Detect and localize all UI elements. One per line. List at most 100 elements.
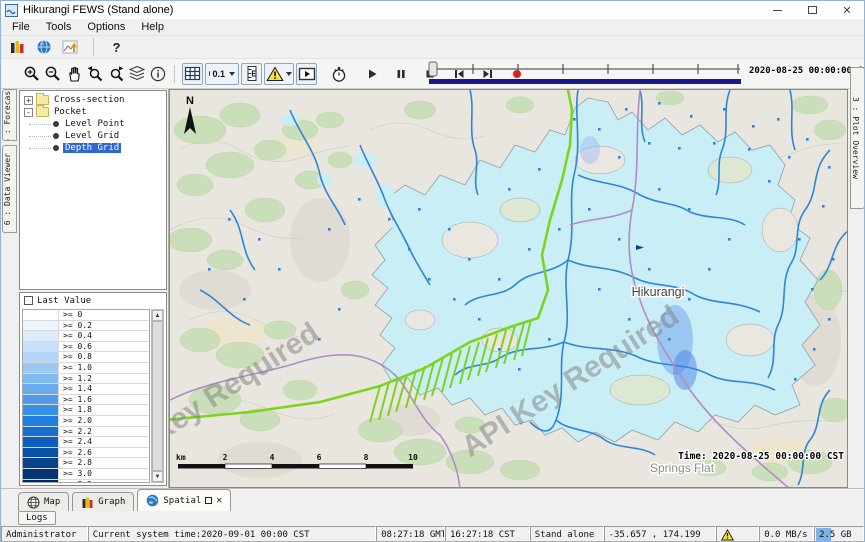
status-local-time: 16:27:18 CST bbox=[445, 526, 530, 542]
svg-text:6: 6 bbox=[317, 453, 322, 462]
legend-row[interactable]: >= 2.8 bbox=[23, 458, 149, 469]
movie-icon[interactable] bbox=[296, 63, 317, 85]
legend-label: >= 0.6 bbox=[59, 342, 149, 352]
play-icon[interactable] bbox=[361, 63, 382, 85]
globe-icon[interactable] bbox=[33, 36, 54, 58]
legend-row[interactable]: >= 0 bbox=[23, 310, 149, 321]
restore-pane-icon[interactable] bbox=[205, 497, 212, 504]
legend-swatch bbox=[23, 427, 59, 437]
tab-map[interactable]: Map bbox=[18, 492, 69, 511]
svg-text:N: N bbox=[186, 95, 194, 107]
menu-options[interactable]: Options bbox=[79, 20, 133, 34]
stopwatch-icon[interactable] bbox=[328, 63, 349, 85]
legend-row[interactable]: >= 2.4 bbox=[23, 437, 149, 448]
status-bar: Administrator Current system time:2020-0… bbox=[1, 526, 864, 542]
warning-icon bbox=[721, 529, 734, 541]
window-title: Hikurangi FEWS (Stand alone) bbox=[23, 4, 173, 16]
help-icon[interactable]: ? bbox=[106, 36, 127, 58]
legend-row[interactable]: >= 0.4 bbox=[23, 331, 149, 342]
legend-row[interactable]: >= 1.2 bbox=[23, 374, 149, 385]
zoom-next-icon[interactable] bbox=[105, 63, 126, 85]
maximize-button[interactable] bbox=[795, 1, 829, 19]
pan-hand-icon[interactable] bbox=[63, 63, 84, 85]
info-icon[interactable] bbox=[147, 63, 168, 85]
map-viewport[interactable]: API Key Required API Key Required Hikura… bbox=[169, 89, 848, 488]
legend-row[interactable]: >= 1.4 bbox=[23, 384, 149, 395]
profile-chart-icon[interactable] bbox=[60, 36, 81, 58]
tree-node-level-point[interactable]: Level Point bbox=[20, 118, 166, 130]
tree-node-level-grid[interactable]: Level Grid bbox=[20, 130, 166, 142]
zoom-out-icon[interactable] bbox=[42, 63, 63, 85]
legend-row[interactable]: >= 3.0 bbox=[23, 469, 149, 480]
legend-row[interactable]: >= 0.8 bbox=[23, 352, 149, 363]
status-warning-cell[interactable] bbox=[716, 526, 759, 542]
pause-icon[interactable] bbox=[390, 63, 411, 85]
tab-spatial[interactable]: Spatial ✕ bbox=[137, 489, 231, 511]
application-window: Hikurangi FEWS (Stand alone) ✕ File Tool… bbox=[0, 0, 865, 542]
legend-rows: >= 0>= 0.2>= 0.4>= 0.6>= 0.8>= 1.0>= 1.2… bbox=[22, 309, 150, 483]
grid-icon[interactable] bbox=[182, 63, 203, 85]
scroll-thumb[interactable] bbox=[152, 321, 163, 471]
menu-tools[interactable]: Tools bbox=[38, 20, 80, 34]
logs-button[interactable]: Logs bbox=[18, 511, 56, 525]
legend-row[interactable]: >= 2.2 bbox=[23, 427, 149, 438]
legend-label: >= 1.6 bbox=[59, 395, 149, 405]
status-memory: 2.5 GB bbox=[814, 526, 864, 542]
scroll-up-icon[interactable]: ▲ bbox=[152, 310, 163, 321]
scroll-down-icon[interactable]: ▼ bbox=[152, 471, 163, 482]
elevation-ruler-icon[interactable]: E bbox=[241, 63, 262, 85]
sidebar-tab-data-viewer[interactable]: 6 : Data Viewer bbox=[2, 145, 17, 233]
tab-graph[interactable]: Graph bbox=[72, 492, 134, 511]
bar-chart-icon bbox=[81, 496, 94, 509]
close-button[interactable]: ✕ bbox=[830, 1, 864, 19]
map-canvas[interactable]: API Key Required API Key Required Hikura… bbox=[170, 90, 848, 488]
timeline-progress-bar bbox=[429, 79, 741, 84]
legend-row[interactable]: >= 2.6 bbox=[23, 448, 149, 459]
last-value-checkbox[interactable] bbox=[24, 296, 33, 305]
legend-row[interactable]: >= 3.2 bbox=[23, 480, 149, 484]
minimize-button[interactable] bbox=[760, 1, 794, 19]
legend-row[interactable]: >= 1.6 bbox=[23, 395, 149, 406]
legend-swatch bbox=[23, 321, 59, 331]
explorer-bars-icon[interactable] bbox=[6, 36, 27, 58]
timeline-slider[interactable] bbox=[427, 61, 744, 86]
status-mode: Stand alone bbox=[530, 526, 604, 542]
tree-node-pocket[interactable]: - Pocket bbox=[20, 106, 166, 118]
legend-scrollbar[interactable]: ▲ ▼ bbox=[151, 309, 164, 483]
bullet-icon bbox=[53, 145, 59, 151]
legend-swatch bbox=[23, 458, 59, 468]
legend-row[interactable]: >= 0.2 bbox=[23, 321, 149, 332]
expander-icon[interactable]: - bbox=[24, 108, 33, 117]
sidebar-tab-forecast[interactable]: 5 : Forecast bbox=[2, 89, 17, 141]
close-tab-icon[interactable]: ✕ bbox=[216, 496, 222, 506]
toolbar-separator bbox=[174, 65, 175, 83]
menu-file[interactable]: File bbox=[4, 20, 38, 34]
timeline-handle[interactable] bbox=[429, 62, 437, 76]
svg-text:E: E bbox=[251, 69, 256, 78]
zoom-in-icon[interactable] bbox=[21, 63, 42, 85]
legend-swatch bbox=[23, 437, 59, 447]
legend-swatch bbox=[23, 395, 59, 405]
legend-label: >= 3.2 bbox=[59, 480, 149, 484]
map-time-label: Time: 2020-08-25 00:00:00 CST bbox=[678, 451, 844, 462]
status-system-time: Current system time:2020-09-01 00:00 CST bbox=[88, 526, 376, 542]
legend-swatch bbox=[23, 469, 59, 479]
svg-text:km: km bbox=[176, 453, 186, 462]
legend-swatch bbox=[23, 331, 59, 341]
sidebar-tab-plot-overview[interactable]: 3 : Plot Overview bbox=[850, 67, 865, 209]
layers-icon[interactable] bbox=[126, 63, 147, 85]
tree-node-depth-grid[interactable]: Depth Grid bbox=[20, 142, 166, 154]
warning-threshold-dropdown[interactable] bbox=[264, 63, 294, 85]
legend-row[interactable]: >= 1.8 bbox=[23, 405, 149, 416]
expander-icon[interactable]: + bbox=[24, 96, 33, 105]
legend-row[interactable]: >= 2.0 bbox=[23, 416, 149, 427]
legend-row[interactable]: >= 1.0 bbox=[23, 363, 149, 374]
legend-panel: Last Value >= 0>= 0.2>= 0.4>= 0.6>= 0.8>… bbox=[19, 292, 167, 486]
dot-scale-dropdown[interactable]: 0.1 bbox=[205, 63, 239, 85]
legend-row[interactable]: >= 0.6 bbox=[23, 342, 149, 353]
menu-help[interactable]: Help bbox=[133, 20, 172, 34]
tree-connector bbox=[29, 124, 51, 125]
zoom-previous-icon[interactable] bbox=[84, 63, 105, 85]
globe-wire-icon bbox=[27, 496, 40, 509]
last-value-label: Last Value bbox=[37, 296, 91, 306]
